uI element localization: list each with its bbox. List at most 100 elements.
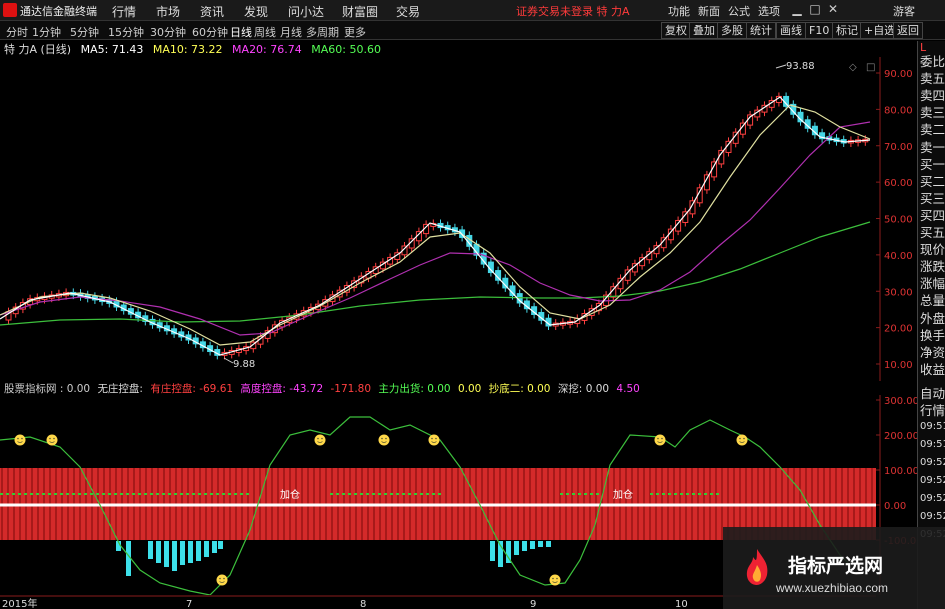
signal-dot: [156, 493, 159, 495]
restore-icon[interactable]: □: [808, 2, 822, 16]
indicator-no-dealer: 无庄控盘:: [97, 383, 147, 395]
signal-dot: [126, 493, 129, 495]
menu-formula[interactable]: 公式: [728, 3, 750, 19]
indicator-dealer-control: 有庄控盘: -69.61: [150, 383, 234, 395]
ma5-value: MA5: 71.43: [80, 43, 144, 56]
signal-dot: [60, 493, 63, 495]
menu-market[interactable]: 市场: [156, 3, 180, 20]
mark-button[interactable]: 标记: [832, 22, 862, 39]
signal-dot: [186, 493, 189, 495]
period-1min[interactable]: 1分钟: [32, 24, 61, 40]
panel-time: 09:52: [920, 475, 945, 486]
title-bar: 通达信金融终端 行情 市场 资讯 发现 问小达 财富圈 交易 证券交易未登录 特…: [0, 0, 945, 21]
price-tick-label: 60.00: [884, 178, 913, 189]
ma60-value: MA60: 50.60: [311, 43, 381, 56]
period-5min[interactable]: 5分钟: [70, 24, 99, 40]
panel-row-label: 卖五: [920, 71, 945, 87]
close-icon[interactable]: ✕: [826, 2, 840, 16]
indicator-tick-label: 0.00: [884, 501, 906, 512]
cyan-bar: [212, 541, 217, 553]
indicator-tick-label: 100.00: [884, 466, 917, 477]
period-monthly[interactable]: 月线: [280, 24, 302, 40]
period-30min[interactable]: 30分钟: [150, 24, 186, 40]
signal-dot: [204, 493, 207, 495]
period-more[interactable]: 更多: [344, 24, 366, 40]
signal-dot: [698, 493, 701, 495]
guest-label[interactable]: 游客: [893, 3, 915, 19]
menu-ask[interactable]: 问小达: [288, 3, 324, 20]
panel-row-label: 卖四: [920, 88, 945, 104]
quote-side-panel: L 委比 卖五 卖四 卖三 卖二 卖一 买一 买二 买三 买四 买五 现价 涨跌 涨幅 总量 外盘 换手 净资 收益…: [917, 41, 945, 609]
cyan-bar: [156, 541, 161, 563]
cyan-bar: [164, 541, 169, 567]
panel-row-label: 卖三: [920, 105, 945, 121]
indicator-name: 股票指标网 : 0.00: [4, 383, 91, 395]
watermark-url: www.xuezhibiao.com: [776, 581, 889, 595]
signal-dot: [420, 493, 423, 495]
signal-dot: [384, 493, 387, 495]
signal-dot: [680, 493, 683, 495]
cyan-bar: [204, 541, 209, 557]
signal-dot: [54, 493, 57, 495]
menu-quotes[interactable]: 行情: [112, 3, 136, 20]
price-tick-label: 20.00: [884, 324, 913, 335]
period-15min[interactable]: 15分钟: [108, 24, 144, 40]
period-toolbar: 分时 1分钟 5分钟 15分钟 30分钟 60分钟 日线 周线 月线 多周期 更…: [0, 21, 945, 40]
signal-dot: [210, 493, 213, 495]
menu-news[interactable]: 资讯: [200, 3, 224, 20]
signal-dot: [396, 493, 399, 495]
menu-discover[interactable]: 发现: [244, 3, 268, 20]
menu-function[interactable]: 功能: [668, 3, 690, 19]
menu-trade[interactable]: 交易: [396, 3, 420, 20]
adjust-button[interactable]: 复权: [661, 22, 691, 39]
date-axis-label: 9: [530, 599, 536, 609]
f10-button[interactable]: F10: [805, 22, 834, 39]
panel-row-label: 卖二: [920, 122, 945, 138]
signal-dot: [426, 493, 429, 495]
panel-row-label: 买四: [920, 207, 945, 223]
price-tick-label: 40.00: [884, 251, 913, 262]
menu-wealth[interactable]: 财富圈: [342, 3, 378, 20]
period-timeshare[interactable]: 分时: [6, 24, 28, 40]
cyan-bar: [180, 541, 185, 565]
period-weekly[interactable]: 周线: [254, 24, 276, 40]
period-60min[interactable]: 60分钟: [192, 24, 228, 40]
price-tick-label: 50.00: [884, 215, 913, 226]
menu-options[interactable]: 选项: [758, 3, 780, 19]
overlay-button[interactable]: 叠加: [689, 22, 719, 39]
smiley-icon: [654, 434, 666, 446]
signal-dot: [674, 493, 677, 495]
signal-dot: [438, 493, 441, 495]
signal-dot: [84, 493, 87, 495]
panel-trade[interactable]: 行情: [920, 402, 945, 420]
panel-row-label: 买一: [920, 156, 945, 172]
signal-dot: [578, 493, 581, 495]
price-tick-label: 10.00: [884, 360, 913, 371]
minimize-icon[interactable]: ▁: [790, 2, 804, 16]
price-chart[interactable]: 90.00 80.00 70.00 60.00 50.00 40.00 30.00 20.00…: [0, 57, 917, 381]
signal-dot: [342, 493, 345, 495]
stats-button[interactable]: 统计: [746, 22, 776, 39]
back-button[interactable]: 返回: [893, 22, 923, 39]
draw-line-button[interactable]: 画线: [776, 22, 806, 39]
multi-stock-button[interactable]: 多股: [717, 22, 747, 39]
period-daily[interactable]: 日线: [230, 24, 252, 40]
menu-new-page[interactable]: 新面: [698, 3, 720, 19]
signal-dot: [560, 493, 563, 495]
signal-dot: [162, 493, 165, 495]
ma-header: 特 力A (日线) MA5: 71.43 MA10: 73.22 MA20: 7…: [0, 41, 880, 57]
signal-dot: [180, 493, 183, 495]
signal-dot: [596, 493, 599, 495]
signal-dot: [36, 493, 39, 495]
cyan-bar: [172, 541, 177, 571]
signal-dot: [216, 493, 219, 495]
price-tick-label: 90.00: [884, 69, 913, 80]
panel-row-label: 买五: [920, 225, 945, 240]
period-multi[interactable]: 多周期: [306, 24, 339, 40]
smiley-icon: [14, 434, 26, 446]
signal-dot: [24, 493, 27, 495]
signal-dot: [354, 493, 357, 495]
signal-dot: [222, 493, 225, 495]
cyan-bar: [148, 541, 153, 559]
panel-auto[interactable]: 自动: [920, 385, 945, 403]
